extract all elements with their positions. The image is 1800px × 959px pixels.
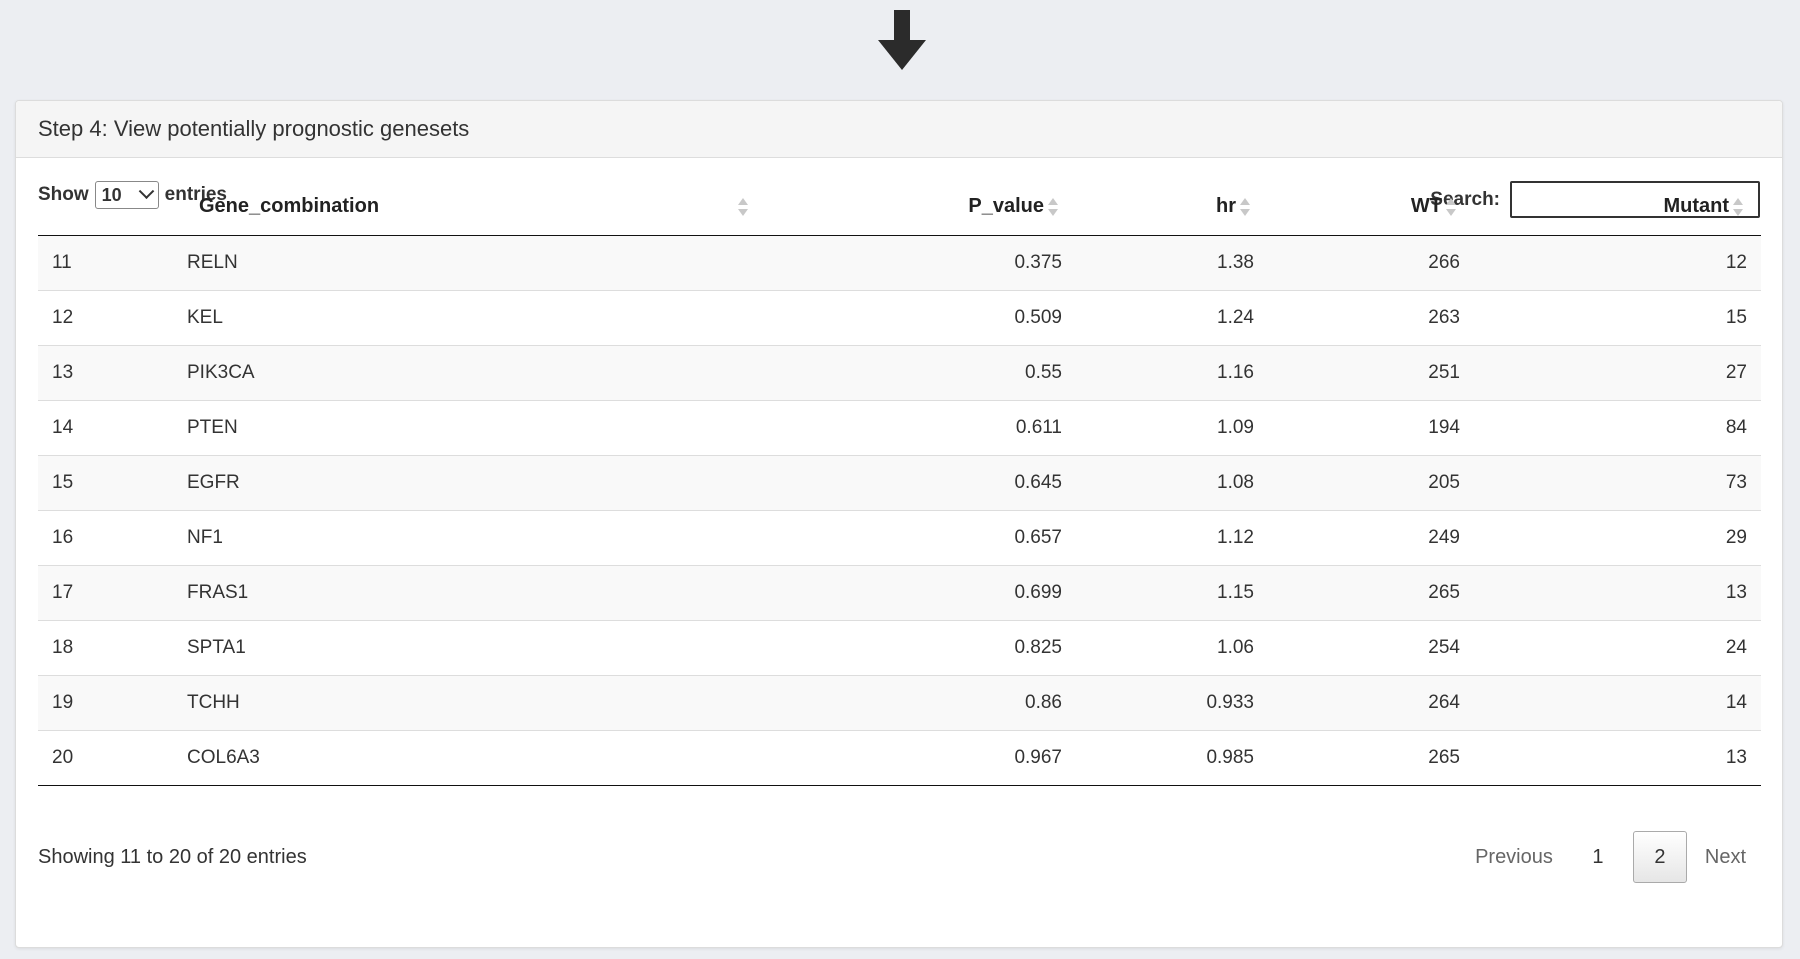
page-button-1[interactable]: 1 <box>1571 831 1625 883</box>
cell-hr: 1.24 <box>1076 289 1268 345</box>
header-hr-label: hr <box>1216 195 1236 218</box>
cell-wt: 264 <box>1268 674 1474 730</box>
cell-gene: PTEN <box>173 399 758 455</box>
cell-index: 11 <box>38 235 173 290</box>
cell-mutant: 15 <box>1474 289 1761 345</box>
table-row[interactable]: 11 RELN 0.375 1.38 266 12 <box>38 235 1761 290</box>
cell-index: 16 <box>38 509 173 565</box>
cell-gene: SPTA1 <box>173 619 758 675</box>
cell-gene: RELN <box>173 235 758 290</box>
cell-wt: 251 <box>1268 344 1474 400</box>
table-row[interactable]: 13 PIK3CA 0.55 1.16 251 27 <box>38 344 1761 400</box>
cell-mutant: 27 <box>1474 344 1761 400</box>
cell-mutant: 84 <box>1474 399 1761 455</box>
cell-index: 15 <box>38 454 173 510</box>
cell-p-value: 0.509 <box>758 289 1076 345</box>
cell-wt: 265 <box>1268 564 1474 620</box>
sort-icon <box>1048 197 1058 217</box>
cell-gene: FRAS1 <box>173 564 758 620</box>
cell-p-value: 0.645 <box>758 454 1076 510</box>
pagination: Previous 1 2 Next <box>1461 831 1760 883</box>
sort-icon <box>1446 197 1456 217</box>
step-arrow <box>0 0 1800 100</box>
table-row[interactable]: 14 PTEN 0.611 1.09 194 84 <box>38 399 1761 455</box>
cell-p-value: 0.86 <box>758 674 1076 730</box>
cell-wt: 254 <box>1268 619 1474 675</box>
header-p-label: P_value <box>968 195 1044 218</box>
cell-hr: 1.09 <box>1076 399 1268 455</box>
header-index[interactable] <box>38 179 173 236</box>
sort-icon <box>1733 197 1743 217</box>
cell-p-value: 0.375 <box>758 235 1076 290</box>
cell-hr: 1.16 <box>1076 344 1268 400</box>
cell-mutant: 13 <box>1474 729 1761 786</box>
table-row[interactable]: 20 COL6A3 0.967 0.985 265 13 <box>38 729 1761 786</box>
cell-wt: 249 <box>1268 509 1474 565</box>
cell-p-value: 0.825 <box>758 619 1076 675</box>
table-row[interactable]: 18 SPTA1 0.825 1.06 254 24 <box>38 619 1761 675</box>
table-info: Showing 11 to 20 of 20 entries <box>38 846 307 868</box>
header-wt-label: WT <box>1410 195 1442 218</box>
cell-gene: EGFR <box>173 454 758 510</box>
cell-mutant: 14 <box>1474 674 1761 730</box>
table-header-row: Gene_combination P_value hr WT Mutant <box>38 179 1761 236</box>
table-row[interactable]: 19 TCHH 0.86 0.933 264 14 <box>38 674 1761 730</box>
table-row[interactable]: 17 FRAS1 0.699 1.15 265 13 <box>38 564 1761 620</box>
cell-hr: 1.12 <box>1076 509 1268 565</box>
header-p-value[interactable]: P_value <box>758 179 1076 236</box>
cell-p-value: 0.967 <box>758 729 1076 786</box>
cell-wt: 266 <box>1268 235 1474 290</box>
cell-wt: 194 <box>1268 399 1474 455</box>
header-mutant-label: Mutant <box>1663 195 1729 218</box>
cell-wt: 263 <box>1268 289 1474 345</box>
cell-index: 19 <box>38 674 173 730</box>
cell-gene: TCHH <box>173 674 758 730</box>
cell-hr: 1.08 <box>1076 454 1268 510</box>
cell-index: 20 <box>38 729 173 786</box>
step4-panel: Step 4: View potentially prognostic gene… <box>15 100 1783 948</box>
sort-icon <box>1240 197 1250 217</box>
cell-index: 13 <box>38 344 173 400</box>
page-button-2[interactable]: 2 <box>1632 831 1687 883</box>
cell-p-value: 0.611 <box>758 399 1076 455</box>
cell-index: 17 <box>38 564 173 620</box>
header-gene-label: Gene_combination <box>199 195 380 218</box>
arrow-down-icon <box>878 10 926 70</box>
genesets-table: Gene_combination P_value hr WT Mutant 11… <box>38 179 1761 786</box>
cell-hr: 1.15 <box>1076 564 1268 620</box>
cell-gene: NF1 <box>173 509 758 565</box>
cell-wt: 265 <box>1268 729 1474 786</box>
header-mutant[interactable]: Mutant <box>1474 179 1761 236</box>
cell-p-value: 0.657 <box>758 509 1076 565</box>
header-hr[interactable]: hr <box>1076 179 1268 236</box>
cell-mutant: 73 <box>1474 454 1761 510</box>
table-row[interactable]: 12 KEL 0.509 1.24 263 15 <box>38 289 1761 345</box>
cell-hr: 0.933 <box>1076 674 1268 730</box>
table-row[interactable]: 15 EGFR 0.645 1.08 205 73 <box>38 454 1761 510</box>
cell-index: 18 <box>38 619 173 675</box>
header-wt[interactable]: WT <box>1268 179 1474 236</box>
panel-heading: Step 4: View potentially prognostic gene… <box>16 101 1782 158</box>
header-gene-combination[interactable]: Gene_combination <box>173 179 758 236</box>
cell-mutant: 13 <box>1474 564 1761 620</box>
cell-hr: 0.985 <box>1076 729 1268 786</box>
cell-gene: KEL <box>173 289 758 345</box>
cell-index: 12 <box>38 289 173 345</box>
cell-hr: 1.06 <box>1076 619 1268 675</box>
cell-gene: COL6A3 <box>173 729 758 786</box>
previous-page-button[interactable]: Previous <box>1461 831 1567 883</box>
cell-gene: PIK3CA <box>173 344 758 400</box>
cell-index: 14 <box>38 399 173 455</box>
cell-mutant: 12 <box>1474 235 1761 290</box>
cell-mutant: 24 <box>1474 619 1761 675</box>
panel-title: Step 4: View potentially prognostic gene… <box>38 116 470 141</box>
cell-p-value: 0.55 <box>758 344 1076 400</box>
sort-icon <box>738 197 748 217</box>
cell-mutant: 29 <box>1474 509 1761 565</box>
cell-p-value: 0.699 <box>758 564 1076 620</box>
next-page-button[interactable]: Next <box>1691 831 1760 883</box>
table-row[interactable]: 16 NF1 0.657 1.12 249 29 <box>38 509 1761 565</box>
cell-wt: 205 <box>1268 454 1474 510</box>
cell-hr: 1.38 <box>1076 235 1268 290</box>
